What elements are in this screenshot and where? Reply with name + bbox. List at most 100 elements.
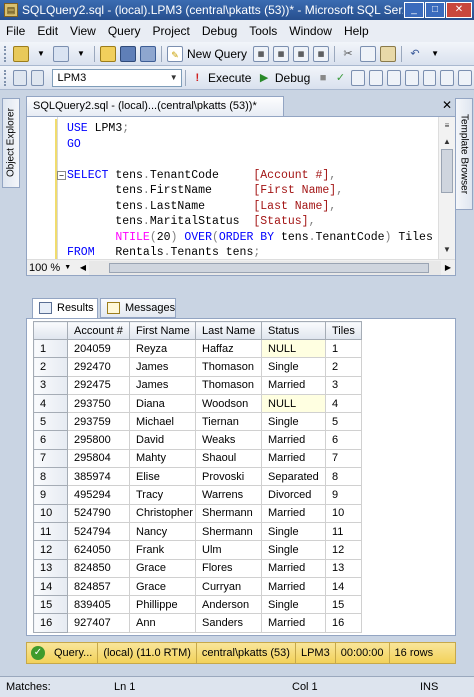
- table-cell[interactable]: 16: [325, 613, 362, 633]
- table-cell[interactable]: Nancy: [129, 521, 196, 542]
- table-cell[interactable]: Single: [261, 521, 326, 542]
- dropdown-arrow-icon[interactable]: ▼: [33, 46, 49, 62]
- row-number[interactable]: 3: [33, 375, 68, 395]
- table-cell[interactable]: NULL: [261, 393, 326, 414]
- table-cell[interactable]: Thomason: [195, 375, 262, 395]
- row-number[interactable]: 11: [33, 521, 68, 542]
- mdx-query-icon[interactable]: ▦: [253, 45, 270, 62]
- undo-icon[interactable]: ↶: [407, 46, 423, 62]
- table-cell[interactable]: Married: [261, 576, 326, 597]
- menu-debug[interactable]: Debug: [202, 24, 237, 38]
- table-cell[interactable]: Sanders: [195, 613, 262, 633]
- cut-icon[interactable]: ✂: [340, 46, 356, 62]
- table-cell[interactable]: 10: [325, 503, 362, 523]
- table-cell[interactable]: Anderson: [195, 595, 262, 615]
- table-row[interactable]: 14 824857 Grace Curryan Married 14: [33, 576, 362, 597]
- table-cell[interactable]: Warrens: [195, 485, 262, 505]
- dax-query-icon[interactable]: ▦: [313, 45, 330, 62]
- new-query-button[interactable]: New Query: [187, 47, 247, 61]
- table-cell[interactable]: Shermann: [195, 521, 262, 542]
- row-number[interactable]: 8: [33, 467, 68, 487]
- dmx-query-icon[interactable]: ▦: [273, 45, 290, 62]
- table-row[interactable]: 12 624050 Frank Ulm Single 12: [33, 540, 362, 560]
- table-row[interactable]: 4 293750 Diana Woodson NULL 4: [33, 393, 362, 414]
- table-cell[interactable]: 495294: [67, 485, 130, 505]
- table-row[interactable]: 10 524790 Christopher Shermann Married 10: [33, 503, 362, 523]
- row-number[interactable]: 15: [33, 595, 68, 615]
- table-cell[interactable]: 385974: [67, 467, 130, 487]
- menu-window[interactable]: Window: [289, 24, 332, 38]
- tab-messages[interactable]: Messages: [100, 298, 176, 318]
- pane-splitter[interactable]: [26, 276, 456, 296]
- copy-icon[interactable]: [360, 45, 377, 62]
- zoom-select[interactable]: 100 % ▼: [27, 262, 77, 274]
- results-to-file-icon[interactable]: [422, 69, 437, 86]
- sql-code[interactable]: USE LPM3; GO SELECT tens.TenantCode [Acc…: [67, 121, 433, 276]
- table-cell[interactable]: 12: [325, 540, 362, 560]
- close-button[interactable]: ✕: [446, 2, 472, 18]
- scroll-thumb[interactable]: [441, 149, 453, 193]
- menu-edit[interactable]: Edit: [37, 24, 58, 38]
- table-row[interactable]: 7 295804 Mahty Shaoul Married 7: [33, 448, 362, 469]
- table-cell[interactable]: Christopher: [129, 503, 196, 523]
- column-header[interactable]: Account #: [67, 321, 130, 340]
- xmla-query-icon[interactable]: ▦: [293, 45, 310, 62]
- table-cell[interactable]: James: [129, 357, 196, 377]
- table-cell[interactable]: Frank: [129, 540, 196, 560]
- table-row[interactable]: 3 292475 James Thomason Married 3: [33, 375, 362, 395]
- row-number[interactable]: 1: [33, 338, 68, 359]
- table-row[interactable]: 5 293759 Michael Tiernan Single 5: [33, 412, 362, 432]
- document-tab[interactable]: SQLQuery2.sql - (local)...(central\pkatt…: [26, 96, 284, 116]
- table-row[interactable]: 9 495294 Tracy Warrens Divorced 9: [33, 485, 362, 505]
- row-number[interactable]: 13: [33, 558, 68, 578]
- table-cell[interactable]: 927407: [67, 613, 130, 633]
- table-cell[interactable]: Married: [261, 430, 326, 450]
- table-cell[interactable]: 293750: [67, 393, 130, 414]
- table-cell[interactable]: 524790: [67, 503, 130, 523]
- menu-file[interactable]: File: [6, 24, 25, 38]
- table-cell[interactable]: Shermann: [195, 503, 262, 523]
- table-cell[interactable]: Weaks: [195, 430, 262, 450]
- table-cell[interactable]: Haffaz: [195, 338, 262, 359]
- table-row[interactable]: 13 824850 Grace Flores Married 13: [33, 558, 362, 578]
- scroll-right-icon[interactable]: ▶: [441, 263, 455, 272]
- row-number[interactable]: 6: [33, 430, 68, 450]
- table-cell[interactable]: Single: [261, 595, 326, 615]
- close-icon[interactable]: ✕: [440, 98, 454, 112]
- dropdown-arrow-icon[interactable]: ▼: [427, 46, 443, 62]
- table-cell[interactable]: Phillippe: [129, 595, 196, 615]
- table-cell[interactable]: Ulm: [195, 540, 262, 560]
- chevron-down-icon[interactable]: ▼: [167, 70, 181, 86]
- row-number-header[interactable]: [33, 321, 68, 340]
- table-cell[interactable]: Tracy: [129, 485, 196, 505]
- scroll-left-icon[interactable]: ◀: [77, 263, 89, 272]
- editor-vertical-scrollbar[interactable]: ≡ ▲ ▼: [438, 117, 455, 259]
- chevron-down-icon[interactable]: ▼: [64, 264, 71, 271]
- connect-icon[interactable]: [12, 69, 27, 86]
- dropdown-arrow-icon[interactable]: ▼: [73, 46, 89, 62]
- menu-project[interactable]: Project: [153, 24, 190, 38]
- row-number[interactable]: 2: [33, 357, 68, 377]
- minimize-button[interactable]: _: [404, 2, 424, 18]
- object-explorer-tab[interactable]: Object Explorer: [2, 98, 20, 188]
- menu-view[interactable]: View: [70, 24, 96, 38]
- parse-icon[interactable]: ✓: [334, 70, 348, 86]
- table-row[interactable]: 6 295800 David Weaks Married 6: [33, 430, 362, 450]
- table-cell[interactable]: 5: [325, 412, 362, 432]
- table-cell[interactable]: Michael: [129, 412, 196, 432]
- row-number[interactable]: 9: [33, 485, 68, 505]
- row-number[interactable]: 16: [33, 613, 68, 633]
- table-cell[interactable]: Married: [261, 503, 326, 523]
- editor-horizontal-scrollbar[interactable]: [89, 260, 441, 275]
- maximize-button[interactable]: □: [425, 2, 445, 18]
- scroll-thumb[interactable]: [109, 262, 429, 273]
- row-number[interactable]: 4: [33, 393, 68, 414]
- database-select[interactable]: LPM3 ▼: [52, 68, 182, 87]
- table-cell[interactable]: Tiernan: [195, 412, 262, 432]
- table-cell[interactable]: Married: [261, 448, 326, 469]
- table-cell[interactable]: Diana: [129, 393, 196, 414]
- results-to-grid-icon[interactable]: [404, 69, 419, 86]
- execute-icon[interactable]: !: [191, 70, 205, 86]
- save-all-icon[interactable]: [140, 45, 156, 62]
- add-item-icon[interactable]: [53, 45, 69, 62]
